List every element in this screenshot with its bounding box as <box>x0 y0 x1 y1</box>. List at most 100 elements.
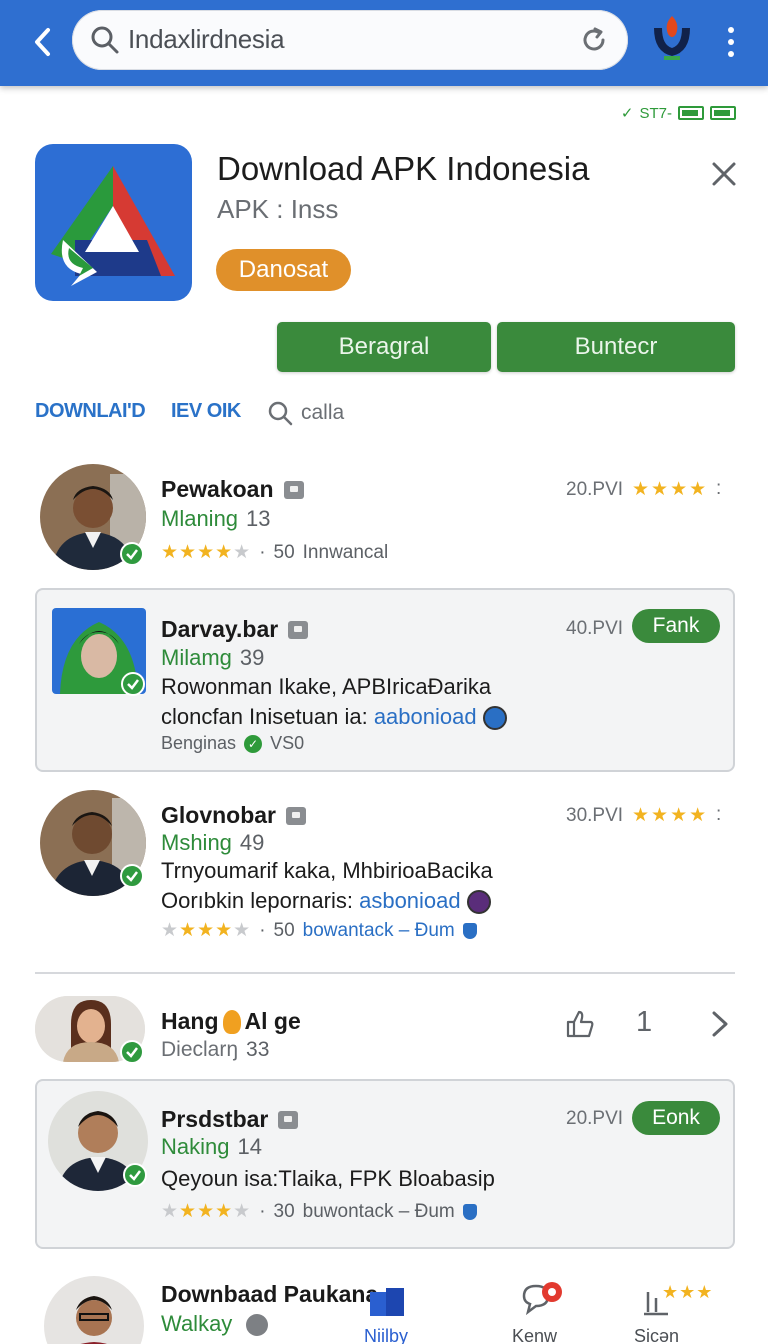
fire-icon <box>222 1009 241 1034</box>
item-description-2: cloncfan Inisetuan ia: <box>161 704 374 729</box>
search-icon <box>91 26 119 54</box>
meta-count: 50 <box>273 541 295 563</box>
chevron-right-icon[interactable] <box>710 1010 730 1038</box>
reload-icon[interactable] <box>578 24 610 56</box>
list-item-card[interactable]: Prsdstbar Naking 14 Qeyoun isa:Tlaika, FP… <box>35 1079 735 1249</box>
item-link[interactable]: asbonioad <box>359 888 461 913</box>
globe-icon <box>482 706 507 731</box>
battery-charging-icon <box>710 106 736 120</box>
close-icon[interactable] <box>706 156 742 192</box>
more-options-button[interactable] <box>716 22 746 62</box>
search-bar[interactable]: Indaxlirdnesia <box>72 10 628 70</box>
rating-stars: ★★★★★ <box>161 542 252 563</box>
meta-count: 50 <box>273 919 295 941</box>
rating-stars: ★★★ <box>662 1282 714 1302</box>
item-name: Darvay.bar <box>161 616 279 642</box>
item-sub-number: 39 <box>239 645 265 670</box>
item-link[interactable]: aabonioad <box>374 704 477 729</box>
download-pill-button[interactable]: Danosat <box>216 249 351 291</box>
item-action-button[interactable]: Eonk <box>632 1101 720 1135</box>
cube-icon <box>370 1288 404 1316</box>
footer-text: Benginas <box>161 733 237 753</box>
primary-action-button[interactable]: Beragral <box>277 322 491 372</box>
item-name: Glovnobar <box>161 802 277 828</box>
status-indicators: ✓ ST7- <box>621 104 736 122</box>
item-description: Rowonman Ikake, APBIricaĐarika <box>161 674 492 699</box>
item-menu-button[interactable]: : <box>716 478 721 500</box>
item-sub-label: Walkay <box>161 1311 233 1336</box>
item-sub-number: 13 <box>246 506 271 531</box>
item-sub-number: 33 <box>246 1038 270 1061</box>
thumbs-up-icon[interactable] <box>564 1008 596 1040</box>
app-subtitle: APK : Inss <box>217 194 339 224</box>
meta-count: 30 <box>273 1200 295 1222</box>
shield-icon <box>462 1203 477 1220</box>
rating-stars: ★★★★ <box>632 479 709 500</box>
item-sub-label: Milamg <box>161 645 232 670</box>
search-small-icon <box>268 401 293 426</box>
signal-check-icon: ✓ <box>620 105 634 122</box>
meta-text: Innwancal <box>302 541 389 563</box>
item-description: Trnyoumarif kaka, MhbirioaBacika <box>161 858 493 883</box>
shield-icon <box>462 922 477 939</box>
item-action-button[interactable]: Fank <box>632 609 720 643</box>
app-icon <box>35 144 192 301</box>
check-circle-icon <box>246 1314 269 1337</box>
item-sub-label: Mlaning <box>161 506 239 531</box>
item-time: 30.PVI <box>566 805 624 826</box>
item-time: 40.PVI <box>566 618 624 639</box>
lock-icon <box>288 620 309 639</box>
item-name: Prsdstbar <box>161 1106 269 1132</box>
item-time: 20.PVI <box>566 479 624 500</box>
verified-badge-icon <box>120 542 144 566</box>
avatar <box>44 1276 144 1344</box>
lock-icon <box>283 480 304 499</box>
check-circle-icon: ✓ <box>244 734 263 753</box>
nav-label: Kenw <box>512 1326 558 1344</box>
item-name-suffix: Al ge <box>244 1008 301 1034</box>
review-link[interactable]: IEV OIK <box>171 400 241 423</box>
meta-link[interactable]: bowantack – Ðum <box>303 920 455 942</box>
divider <box>35 972 735 974</box>
rating-stars: ★★★★★ <box>161 1201 252 1222</box>
globe-icon <box>466 890 491 915</box>
nav-label: Sicən <box>634 1326 680 1344</box>
item-menu-button[interactable]: : <box>716 804 721 826</box>
nav-label: Niilby <box>364 1326 409 1344</box>
app-logo-icon <box>51 166 175 286</box>
search-link[interactable]: calla <box>267 400 344 426</box>
item-name: Downbaad Paukana <box>161 1281 379 1307</box>
back-button[interactable] <box>22 22 62 62</box>
item-time: 20.PVI <box>566 1108 624 1129</box>
item-sub-label: Naking <box>161 1134 230 1159</box>
item-sub-number: 49 <box>239 830 265 855</box>
like-count: 1 <box>636 1006 653 1038</box>
search-input[interactable]: Indaxlirdnesia <box>128 24 285 55</box>
rating-stars: ★★★★ <box>632 805 709 826</box>
download-link[interactable]: DOWNLAI'D <box>35 400 146 423</box>
lock-icon <box>278 1110 299 1129</box>
chat-notification-icon <box>522 1282 562 1316</box>
secondary-action-button[interactable]: Buntecr <box>497 322 735 372</box>
item-sub-label: Dieclarŋ <box>161 1038 239 1061</box>
item-sub-label: Mshing <box>161 830 232 855</box>
app-title: Download APK Indonesia <box>217 150 590 187</box>
item-sub-number: 14 <box>237 1134 262 1159</box>
list-item-card[interactable]: Darvay.bar Milamg 39 Rowonman Ikake, APBI… <box>35 588 735 772</box>
footer-badge: VS0 <box>270 733 305 753</box>
verified-badge-icon <box>120 1040 144 1064</box>
item-name: Pewakoan <box>161 476 274 502</box>
lock-icon <box>286 806 307 825</box>
search-link-label: calla <box>301 401 345 424</box>
item-description: Qeyoun isa:Tlaika, FPK Bloabasip <box>161 1166 495 1191</box>
item-description-2: Oorıbkin lepornaris: <box>161 888 360 913</box>
meta-text: buwontack – Ðum <box>302 1200 455 1222</box>
verified-badge-icon <box>121 672 145 696</box>
battery-icon <box>678 106 704 120</box>
brand-logo-icon <box>654 16 690 60</box>
top-app-bar: Indaxlirdnesia <box>0 0 768 86</box>
signal-text: ST7- <box>639 104 672 122</box>
verified-badge-icon <box>123 1163 147 1187</box>
back-arrow-icon <box>35 28 50 56</box>
verified-badge-icon <box>120 864 144 888</box>
